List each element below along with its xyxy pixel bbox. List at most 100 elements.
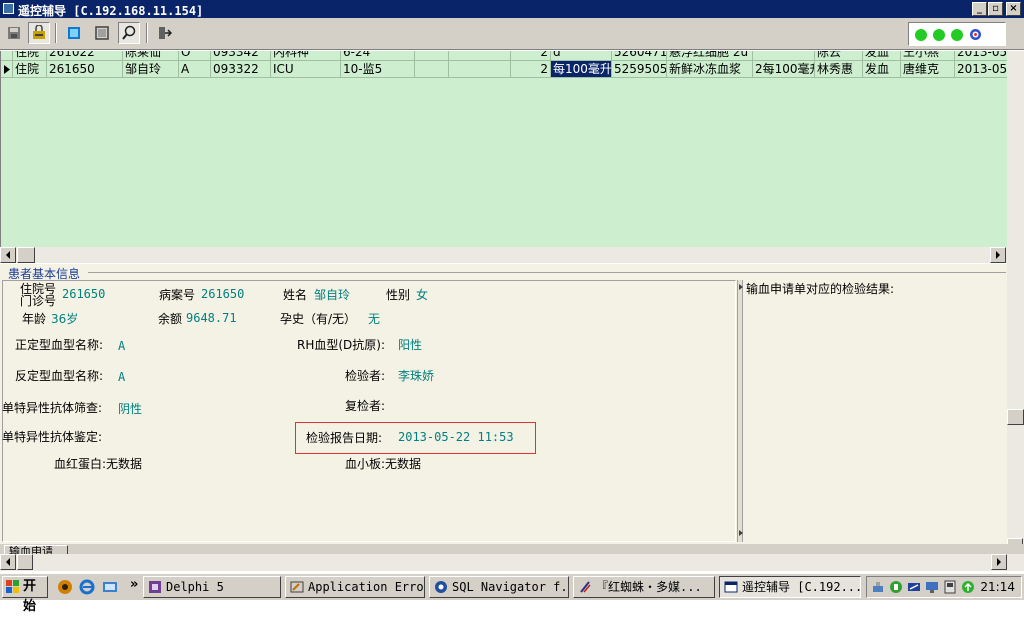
arrow-right-icon: [996, 251, 1000, 259]
main-vertical-scrollbar[interactable]: [1007, 51, 1024, 554]
table-cell[interactable]: A: [179, 61, 211, 78]
tray-display-icon[interactable]: [925, 580, 939, 594]
table-cell[interactable]: 住院: [13, 61, 47, 78]
sql-navigator-icon: [435, 581, 447, 593]
table-cell[interactable]: 陈云: [815, 51, 863, 61]
red-spider-icon: [580, 581, 591, 593]
table-cell[interactable]: 邹自玲: [123, 61, 179, 78]
grid-horizontal-scrollbar[interactable]: [0, 247, 1007, 263]
tray-network-icon[interactable]: [871, 580, 885, 594]
table-cell[interactable]: ICU: [271, 61, 341, 78]
age-label: 年龄: [22, 312, 47, 326]
taskbar-overflow-chevron-icon[interactable]: »: [130, 577, 138, 592]
forward-blood-type-label: 正定型血型名称:: [15, 338, 104, 352]
toolbar: [0, 18, 1024, 50]
tab-strip: [0, 544, 1024, 554]
table-cell[interactable]: 261022: [47, 51, 123, 61]
scroll-right-button[interactable]: [990, 247, 1006, 263]
table-cell[interactable]: 悬浮红细胞 2u: [667, 51, 753, 61]
task-delphi[interactable]: Delphi 5: [143, 576, 281, 598]
table-cell[interactable]: 10-监5: [341, 61, 415, 78]
table-cell[interactable]: [449, 51, 511, 61]
toolbar-separator: [146, 23, 148, 43]
report-date-highlight: 检验报告日期: 2013-05-22 11:53: [295, 422, 536, 454]
selected-table-cell[interactable]: 每100毫升: [551, 61, 612, 78]
task-red-spider[interactable]: 『红蜘蛛・多媒...: [573, 576, 715, 598]
table-cell[interactable]: [753, 51, 815, 61]
row-indicator[interactable]: [1, 61, 13, 78]
scroll-thumb[interactable]: [17, 554, 33, 570]
scroll-thumb[interactable]: [17, 247, 35, 263]
table-cell[interactable]: 093342: [211, 51, 271, 61]
exit-button[interactable]: [153, 22, 175, 44]
task-application-error[interactable]: Application Error: [285, 576, 425, 598]
tray-device-icon[interactable]: [943, 580, 957, 594]
table-cell[interactable]: 093322: [211, 61, 271, 78]
table-cell[interactable]: 新鲜冰冻血浆: [667, 61, 753, 78]
table-cell[interactable]: [415, 61, 449, 78]
status-dot-icon: [933, 29, 945, 41]
antibody-screen-value: 阴性: [118, 402, 143, 416]
table-cell[interactable]: 王小燕: [901, 51, 955, 61]
table-cell[interactable]: 林秀惠: [815, 61, 863, 78]
toolbar-separator: [55, 23, 57, 43]
scroll-right-button[interactable]: [991, 554, 1007, 570]
minimize-button[interactable]: _: [972, 2, 987, 16]
table-cell[interactable]: 2: [511, 51, 551, 61]
clock[interactable]: 21:14: [980, 580, 1015, 594]
scroll-left-button[interactable]: [0, 554, 16, 570]
bottom-horizontal-scrollbar[interactable]: [0, 554, 1024, 571]
tray-update-icon[interactable]: [961, 580, 975, 594]
fit-window-button[interactable]: [91, 22, 113, 44]
pregnancy-label: 孕史（有/无）: [280, 312, 357, 326]
status-dot-icon: [951, 29, 963, 41]
close-button[interactable]: ×: [1006, 2, 1021, 16]
scroll-left-button[interactable]: [0, 247, 16, 263]
table-row[interactable]: 住院 261022 陈莱仙 O 093342 内科神 6-24 2 d 5260…: [1, 51, 1007, 61]
tray-security-icon[interactable]: [889, 580, 903, 594]
table-cell[interactable]: 2013-05: [955, 51, 1007, 61]
table-cell[interactable]: 2每100毫升: [753, 61, 815, 78]
table-cell[interactable]: 5259505: [612, 61, 667, 78]
table-cell[interactable]: 唐维克: [901, 61, 955, 78]
quicklaunch-app-icon[interactable]: [57, 579, 73, 595]
table-cell[interactable]: 2013-05: [955, 61, 1007, 78]
table-cell[interactable]: [415, 51, 449, 61]
table-cell[interactable]: d: [551, 51, 612, 61]
save-button[interactable]: [3, 22, 25, 44]
table-cell[interactable]: [449, 61, 511, 78]
table-cell[interactable]: 6-24: [341, 51, 415, 61]
table-row[interactable]: 住院 261650 邹自玲 A 093322 ICU 10-监5 2 每100毫…: [1, 61, 1007, 78]
pregnancy-value: 无: [368, 312, 381, 326]
restore-button[interactable]: ▫: [988, 2, 1003, 16]
remote-lock-button[interactable]: [28, 22, 50, 44]
scroll-thumb[interactable]: [1007, 409, 1024, 425]
table-cell[interactable]: 5260471: [612, 51, 667, 61]
table-cell[interactable]: 内科神: [271, 51, 341, 61]
forward-blood-type-value: A: [118, 339, 126, 353]
start-button[interactable]: 开始: [2, 576, 48, 614]
table-cell[interactable]: 发血: [863, 51, 901, 61]
internet-explorer-icon[interactable]: [79, 579, 95, 595]
error-dialog-icon: [290, 581, 304, 593]
platelet-text: 血小板:无数据: [345, 457, 422, 471]
panel-splitter[interactable]: [737, 280, 743, 542]
table-cell[interactable]: 发血: [863, 61, 901, 78]
taskbar: 开始 » Delphi 5 Application Error SQL Navi…: [0, 573, 1024, 614]
fullscreen-button[interactable]: [63, 22, 85, 44]
transfusion-grid[interactable]: 住院 261022 陈莱仙 O 093342 内科神 6-24 2 d 5260…: [0, 51, 1007, 247]
name-value: 邹自玲: [314, 288, 351, 302]
table-cell[interactable]: O: [179, 51, 211, 61]
task-sql-navigator[interactable]: SQL Navigator f...: [429, 576, 569, 598]
tray-tools-icon[interactable]: [907, 580, 921, 594]
table-cell[interactable]: 陈莱仙: [123, 51, 179, 61]
table-cell[interactable]: 261650: [47, 61, 123, 78]
task-remote-tutoring[interactable]: 遥控辅导 [C.192...: [719, 576, 861, 598]
sex-label: 性别: [386, 288, 411, 302]
table-cell[interactable]: 住院: [13, 51, 47, 61]
table-cell[interactable]: 2: [511, 61, 551, 78]
row-indicator[interactable]: [1, 51, 13, 61]
zoom-icon: [122, 25, 136, 40]
zoom-button[interactable]: [118, 22, 140, 44]
show-desktop-icon[interactable]: [102, 579, 118, 595]
